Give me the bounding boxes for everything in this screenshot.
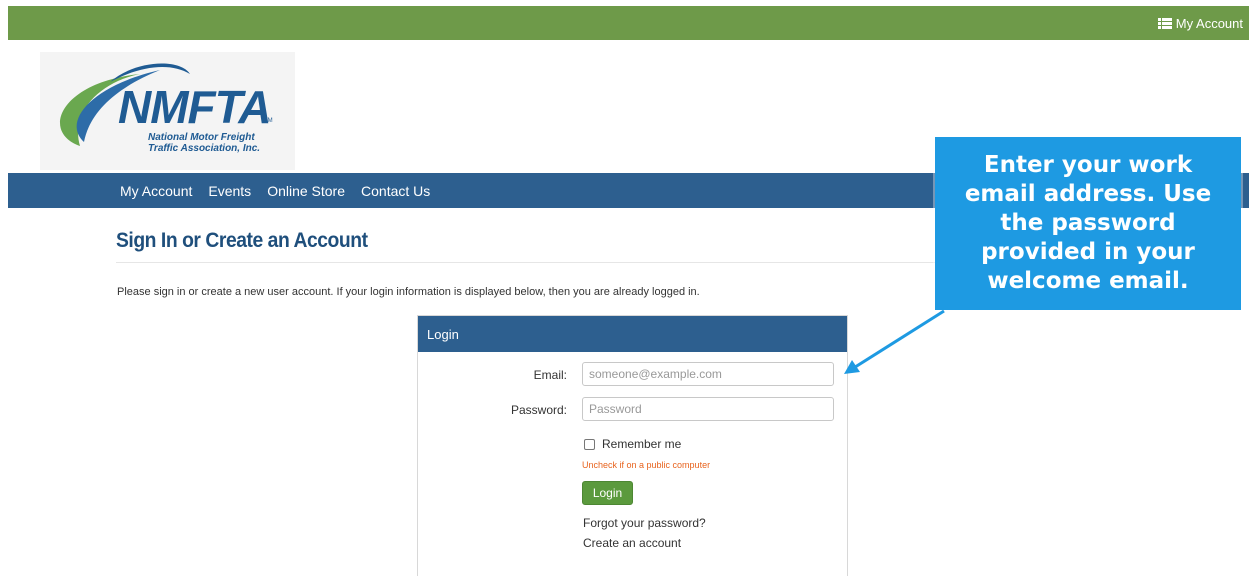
remember-me-checkbox[interactable] xyxy=(584,439,595,450)
create-account-link[interactable]: Create an account xyxy=(583,536,681,550)
logo-subtitle-line1: National Motor Freight xyxy=(148,132,255,143)
annotation-callout-text: Enter your work email address. Use the p… xyxy=(964,152,1212,294)
list-icon xyxy=(1157,17,1172,29)
nav-item-contact-us[interactable]: Contact Us xyxy=(361,183,430,199)
login-button[interactable]: Login xyxy=(582,481,633,505)
page-title: Sign In or Create an Account xyxy=(116,229,368,252)
login-panel-header: Login xyxy=(418,316,847,352)
logo-wordmark: NMFTA xyxy=(118,81,272,133)
nav-item-online-store[interactable]: Online Store xyxy=(267,183,345,199)
nav-item-events[interactable]: Events xyxy=(208,183,251,199)
intro-text: Please sign in or create a new user acco… xyxy=(117,286,700,298)
forgot-password-link[interactable]: Forgot your password? xyxy=(583,516,706,530)
top-bar: My Account xyxy=(8,6,1249,40)
top-my-account-label: My Account xyxy=(1175,15,1243,31)
remember-me-hint: Uncheck if on a public computer xyxy=(582,460,711,470)
annotation-callout: Enter your work email address. Use the p… xyxy=(935,137,1241,310)
remember-me-label[interactable]: Remember me xyxy=(602,437,681,451)
nav-item-my-account[interactable]: My Account xyxy=(120,183,192,199)
nmfta-logo[interactable]: NMFTA TM National Motor Freight Traffic … xyxy=(40,52,295,170)
password-field[interactable] xyxy=(582,397,834,421)
login-panel: Login Email: Password: Remember me Unche… xyxy=(417,315,848,576)
top-my-account-link[interactable]: My Account xyxy=(1157,6,1243,40)
logo-subtitle-line2: Traffic Association, Inc. xyxy=(148,143,261,154)
password-label: Password: xyxy=(510,403,567,417)
logo-trademark: TM xyxy=(264,118,273,124)
email-label: Email: xyxy=(533,368,567,382)
email-field[interactable] xyxy=(582,362,834,386)
